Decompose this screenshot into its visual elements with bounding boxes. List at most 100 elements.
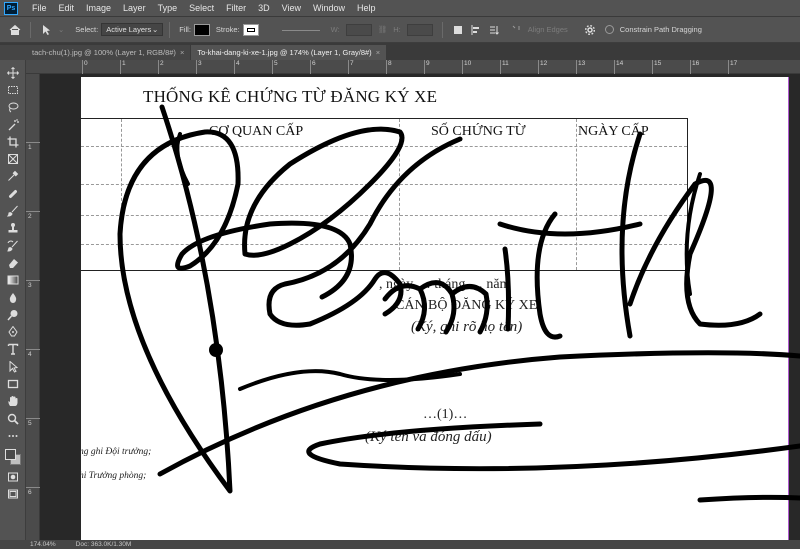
- ruler-tick: 5: [26, 418, 39, 427]
- canvas-area[interactable]: THỐNG KÊ CHỨNG TỪ ĐĂNG KÝ XE CƠ QUAN CẤP…: [40, 74, 800, 540]
- rectangle-tool-icon[interactable]: [3, 375, 23, 392]
- ruler-tick: 15: [651, 60, 662, 74]
- stroke-type-dropdown[interactable]: [281, 29, 320, 31]
- separator: [30, 21, 31, 38]
- menu-bar: Ps File Edit Image Layer Type Select Fil…: [0, 0, 800, 17]
- brush-tool-icon[interactable]: [3, 202, 23, 219]
- hand-tool-icon[interactable]: [3, 393, 23, 410]
- align-edges-checkbox[interactable]: Align Edges: [528, 25, 568, 34]
- menu-view[interactable]: View: [276, 3, 307, 13]
- menu-3d[interactable]: 3D: [252, 3, 276, 13]
- move-tool-icon[interactable]: [3, 64, 23, 81]
- ruler-tick: 4: [234, 60, 240, 74]
- menu-filter[interactable]: Filter: [220, 3, 252, 13]
- type-tool-icon[interactable]: [3, 341, 23, 358]
- zoom-level[interactable]: 174.04%: [30, 541, 56, 548]
- width-field[interactable]: [345, 23, 372, 36]
- menu-help[interactable]: Help: [351, 3, 382, 13]
- gradient-tool-icon[interactable]: [3, 272, 23, 289]
- select-label: Select:: [75, 25, 99, 34]
- foreground-color[interactable]: [4, 448, 16, 460]
- ruler-tick: 2: [26, 211, 39, 220]
- link-icon[interactable]: ⛓: [378, 25, 388, 34]
- height-field[interactable]: [406, 23, 433, 36]
- eraser-tool-icon[interactable]: [3, 254, 23, 271]
- close-icon[interactable]: ×: [376, 48, 380, 57]
- document-tabs: tach-chu(1).jpg @ 100% (Layer 1, RGB/8#)…: [0, 43, 800, 60]
- pen-tool-icon[interactable]: [3, 323, 23, 340]
- date-line: , ngày … tháng … năm: [379, 277, 511, 292]
- gear-icon[interactable]: [581, 21, 599, 39]
- chevron-down-icon: ⌄: [151, 25, 159, 34]
- select-dropdown[interactable]: Active Layers ⌄: [101, 23, 164, 36]
- placeholder-text: …(1)…: [423, 407, 468, 422]
- lasso-tool-icon[interactable]: [3, 99, 23, 116]
- tab-to-khai-dang-ki-xe[interactable]: To-khai-dang-ki-xe-1.jpg @ 174% (Layer 1…: [191, 45, 387, 60]
- fill-swatch[interactable]: [193, 23, 210, 36]
- table-divider: [576, 119, 577, 270]
- path-alignment-icon[interactable]: [467, 21, 485, 39]
- frame-tool-icon[interactable]: [3, 150, 23, 167]
- path-arrangement-icon[interactable]: [485, 21, 503, 39]
- ruler-tick: 6: [310, 60, 316, 74]
- menu-type[interactable]: Type: [152, 3, 184, 13]
- ruler-tick: 13: [575, 60, 586, 74]
- ruler-tick: 5: [272, 60, 278, 74]
- constrain-path-checkbox[interactable]: [604, 25, 614, 34]
- quick-mask-icon[interactable]: [3, 469, 23, 486]
- magic-wand-tool-icon[interactable]: [3, 116, 23, 133]
- tool-preset-chevron-icon[interactable]: ⌄: [58, 25, 64, 34]
- footnote-line: hi Trưởng phòng;: [81, 471, 147, 481]
- stroke-swatch[interactable]: [242, 23, 259, 36]
- select-value: Active Layers: [106, 25, 152, 34]
- marquee-tool-icon[interactable]: [3, 81, 23, 98]
- healing-brush-tool-icon[interactable]: [3, 185, 23, 202]
- menu-select[interactable]: Select: [183, 3, 220, 13]
- ruler-tick: 16: [689, 60, 700, 74]
- ruler-tick: 17: [727, 60, 738, 74]
- ruler-tick: 1: [120, 60, 126, 74]
- table-divider: [81, 215, 687, 216]
- stroke-width-field[interactable]: [262, 24, 276, 36]
- screen-mode-icon[interactable]: [3, 486, 23, 503]
- ruler-tick: 8: [386, 60, 392, 74]
- ruler-tick: 10: [461, 60, 472, 74]
- blur-tool-icon[interactable]: [3, 289, 23, 306]
- path-selection-tool-icon[interactable]: [37, 21, 55, 39]
- path-operations-icon[interactable]: [449, 21, 467, 39]
- settings-gear-icon[interactable]: [507, 21, 525, 39]
- dodge-tool-icon[interactable]: [3, 306, 23, 323]
- menu-layer[interactable]: Layer: [117, 3, 152, 13]
- menu-image[interactable]: Image: [80, 3, 117, 13]
- seal-hint: (Ký tên và đóng dấu): [365, 429, 492, 445]
- menu-window[interactable]: Window: [307, 3, 351, 13]
- ruler-tick: 6: [26, 487, 39, 496]
- width-label: W:: [330, 25, 340, 34]
- ruler-tick: 12: [537, 60, 548, 74]
- home-icon[interactable]: [6, 21, 24, 39]
- table-divider: [121, 119, 122, 270]
- close-icon[interactable]: ×: [180, 48, 184, 57]
- tab-tach-chu[interactable]: tach-chu(1).jpg @ 100% (Layer 1, RGB/8#)…: [0, 45, 191, 60]
- more-tools-icon[interactable]: [3, 427, 23, 444]
- separator: [169, 21, 171, 38]
- tools-panel: [0, 60, 26, 540]
- history-brush-tool-icon[interactable]: [3, 237, 23, 254]
- menu-file[interactable]: File: [26, 3, 53, 13]
- separator: [441, 21, 443, 38]
- photoshop-logo: Ps: [4, 1, 18, 15]
- signer-caption: CÁN BỘ ĐĂNG KÝ XE: [395, 298, 538, 313]
- options-bar: ⌄ Select: Active Layers ⌄ Fill: Stroke: …: [0, 17, 800, 43]
- zoom-tool-icon[interactable]: [3, 410, 23, 427]
- crop-tool-icon[interactable]: [3, 133, 23, 150]
- table-divider: [81, 146, 687, 147]
- clone-stamp-tool-icon[interactable]: [3, 220, 23, 237]
- path-selection-tool-icon[interactable]: [3, 358, 23, 375]
- table-divider: [399, 119, 400, 270]
- color-swatches[interactable]: [3, 447, 23, 469]
- eyedropper-tool-icon[interactable]: [3, 168, 23, 185]
- vertical-ruler: 1 2 3 4 5 6: [26, 74, 40, 540]
- document-canvas[interactable]: THỐNG KÊ CHỨNG TỪ ĐĂNG KÝ XE CƠ QUAN CẤP…: [81, 77, 789, 540]
- column-header: SỐ CHỨNG TỪ: [431, 124, 526, 139]
- menu-edit[interactable]: Edit: [53, 3, 81, 13]
